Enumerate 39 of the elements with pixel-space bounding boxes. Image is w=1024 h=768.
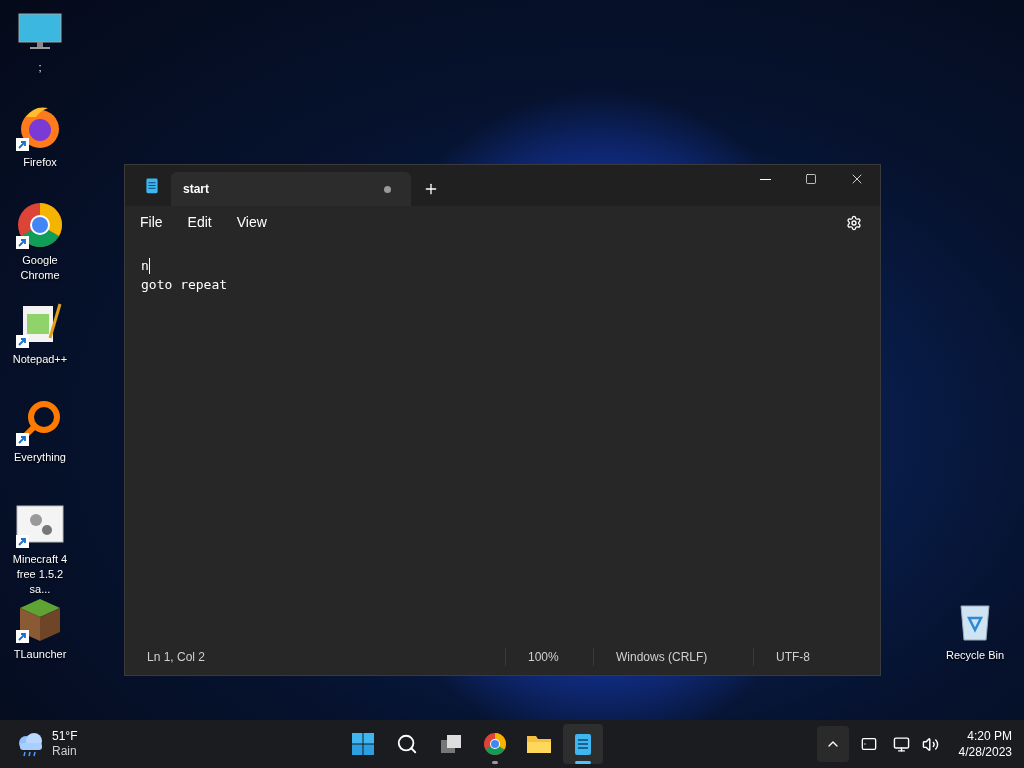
minimize-icon — [759, 178, 771, 180]
plus-icon — [423, 181, 439, 197]
clock-time[interactable]: 4:20 PM — [967, 728, 1012, 744]
windows-logo-icon — [351, 732, 376, 756]
search-icon — [396, 733, 419, 755]
notepad-icon — [145, 177, 159, 194]
notepad-icon — [573, 732, 594, 756]
text-line: n — [141, 257, 149, 275]
stacked-windows-icon — [439, 732, 464, 756]
chrome-icon — [16, 201, 64, 249]
monitor-icon — [892, 735, 910, 753]
status-text: Windows (CRLF) — [593, 648, 753, 666]
maximize-icon — [805, 173, 817, 185]
text-line: goto repeat — [141, 276, 228, 294]
chrome-icon — [483, 732, 508, 756]
desktop-icon-label[interactable]: Notepad++ — [12, 352, 68, 367]
rain-cloud-icon — [16, 731, 44, 757]
desktop-icon-label[interactable]: Minecraft 4 free 1.5.2 sa... — [7, 552, 73, 597]
desktop-icon-label[interactable]: Firefox — [23, 155, 57, 170]
desktop-icon-label[interactable]: Recycle Bin — [945, 648, 1005, 663]
desktop-icon-label[interactable]: TLauncher — [13, 647, 67, 662]
desktop-icon-label[interactable]: Google Chrome — [7, 253, 73, 283]
show-hidden-icons-button[interactable] — [816, 726, 849, 762]
menu-item[interactable]: View — [229, 212, 274, 233]
settings-icon — [846, 214, 862, 231]
status-text: Ln 1, Col 2 — [146, 649, 207, 666]
weather-temperature[interactable]: 51°F — [52, 729, 78, 744]
menu-item[interactable]: Edit — [180, 212, 219, 233]
clock-date[interactable]: 4/28/2023 — [958, 744, 1012, 760]
status-text: UTF-8 — [753, 648, 832, 666]
desktop-icon-label[interactable]: Everything — [14, 450, 66, 465]
taskbar-app-button[interactable] — [563, 724, 604, 764]
volume-icon — [921, 735, 939, 753]
desktop-icon-label[interactable]: ; — [38, 60, 42, 75]
status-text: 100% — [505, 648, 593, 666]
weather-condition[interactable]: Rain — [52, 744, 78, 759]
document-tab[interactable]: start — [171, 172, 411, 206]
menu-item[interactable]: File — [133, 212, 170, 233]
tablet-icon — [860, 736, 877, 752]
